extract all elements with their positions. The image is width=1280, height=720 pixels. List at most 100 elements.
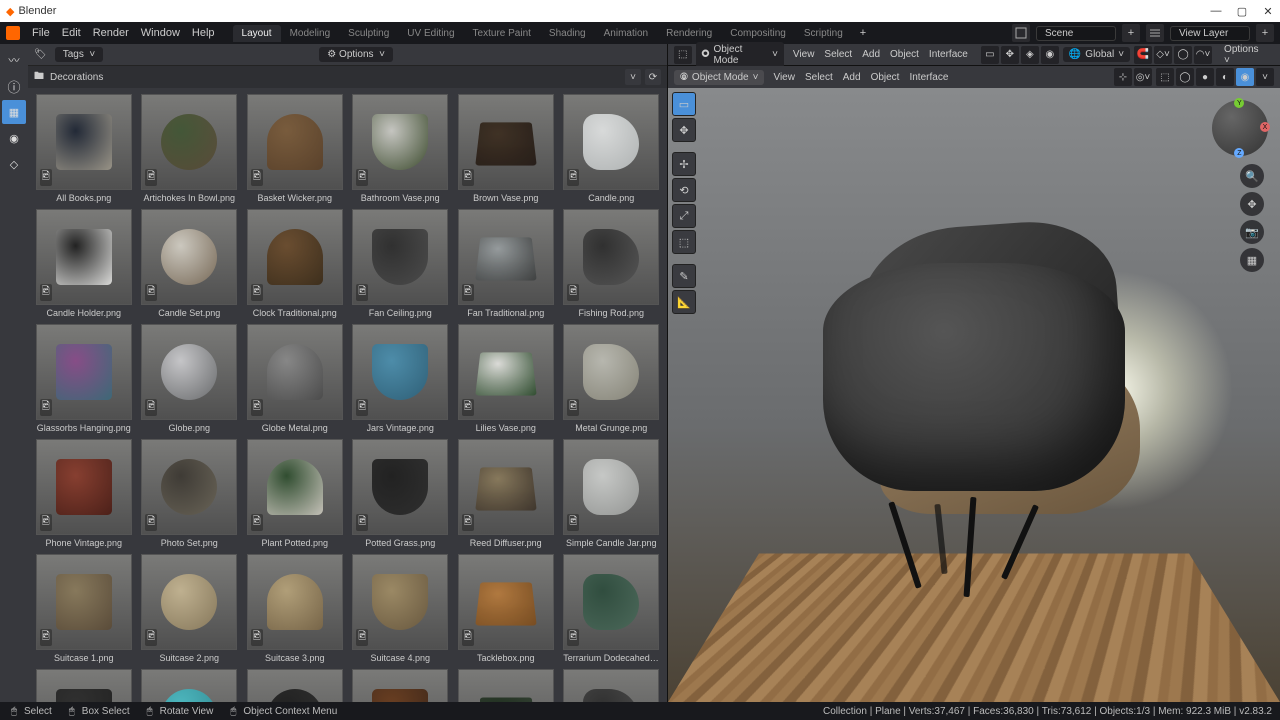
menu-file[interactable]: File	[26, 25, 56, 41]
viewlayer-new-icon[interactable]: +	[1256, 24, 1274, 42]
select-box-tool[interactable]: ▭	[672, 92, 696, 116]
zoom-button[interactable]: 🔍	[1240, 164, 1264, 188]
asset-item[interactable]: Suitcase 4.png	[351, 554, 451, 663]
shading-material-icon[interactable]: ◐	[1216, 68, 1234, 86]
maximize-button[interactable]: ▢	[1236, 5, 1248, 17]
asset-item[interactable]: Jars Vintage.png	[351, 324, 451, 433]
asset-item[interactable]: Potted Grass.png	[351, 439, 451, 548]
xray-toggle-icon[interactable]: ⬚	[1156, 68, 1174, 86]
asset-item[interactable]: Bathroom Vase.png	[351, 94, 451, 203]
shading-solid-icon[interactable]: ●	[1196, 68, 1214, 86]
menu-edit[interactable]: Edit	[56, 25, 87, 41]
vp-menu-interface[interactable]: Interface	[904, 70, 953, 85]
measure-tool[interactable]: 📐	[672, 290, 696, 314]
vp-menu-add[interactable]: Add	[857, 47, 885, 62]
tab-texture-paint[interactable]: Texture Paint	[464, 25, 540, 42]
snap-type-icon[interactable]: ◇˅	[1154, 46, 1172, 64]
filter-button[interactable]: ˅	[625, 69, 641, 85]
navigation-gizmo[interactable]: XYZ	[1212, 100, 1268, 156]
vp-menu-select[interactable]: Select	[819, 47, 857, 62]
vp-menu-view[interactable]: View	[788, 47, 820, 62]
editor-type-icon[interactable]: ⬚	[674, 46, 692, 64]
asset-item[interactable]: Candle Set.png	[140, 209, 240, 318]
asset-item[interactable]: Artichokes In Bowl.png	[140, 94, 240, 203]
asset-item[interactable]: Basket Wicker.png	[245, 94, 345, 203]
asset-item[interactable]: Lilies Vase.png	[456, 324, 556, 433]
asset-item[interactable]: Suitcase 1.png	[34, 554, 134, 663]
vp-menu-add[interactable]: Add	[838, 70, 866, 85]
viewport-options-dropdown[interactable]: Options ˅	[1216, 42, 1274, 68]
overlay-visibility-icon[interactable]: ◎˅	[1134, 68, 1152, 86]
pan-button[interactable]: ✥	[1240, 192, 1264, 216]
tab-layout[interactable]: Layout	[233, 25, 281, 42]
snap-icon[interactable]: 🧲	[1134, 46, 1152, 64]
tab-sculpting[interactable]: Sculpting	[339, 25, 398, 42]
asset-item[interactable]: Simple Candle Jar.png	[562, 439, 662, 548]
asset-item[interactable]: Tacklebox.png	[456, 554, 556, 663]
tab-uv-editing[interactable]: UV Editing	[398, 25, 463, 42]
browser-options-dropdown[interactable]: ⚙ Options ˅	[319, 47, 393, 62]
asset-item[interactable]: Brown Vase.png	[456, 94, 556, 203]
vp-menu-select[interactable]: Select	[800, 70, 838, 85]
python-console-icon[interactable]: 〰	[2, 48, 26, 72]
shading-dropdown-icon[interactable]: ˅	[1256, 68, 1274, 86]
cursor-tool[interactable]: ✥	[672, 118, 696, 142]
minimize-button[interactable]: —	[1210, 5, 1222, 17]
asset-item[interactable]: Photo Set.png	[140, 439, 240, 548]
scene-browse-icon[interactable]	[1012, 24, 1030, 42]
properties-icon[interactable]: ◇	[2, 152, 26, 176]
viewlayer-browse-icon[interactable]	[1146, 24, 1164, 42]
asset-item[interactable]: Candle Holder.png	[34, 209, 134, 318]
orientation-dropdown[interactable]: 🌐 Global ˅	[1063, 47, 1130, 62]
vp-menu-object[interactable]: Object	[885, 47, 924, 62]
tab-shading[interactable]: Shading	[540, 25, 595, 42]
proportional-type-icon[interactable]: ◠˅	[1194, 46, 1212, 64]
asset-item[interactable]: Phone Vintage.png	[34, 439, 134, 548]
asset-item[interactable]: Globe.png	[140, 324, 240, 433]
tab-rendering[interactable]: Rendering	[657, 25, 721, 42]
shading-rendered-icon[interactable]: ◉	[1236, 68, 1254, 86]
asset-item[interactable]	[456, 669, 556, 702]
add-workspace-button[interactable]: +	[854, 25, 872, 41]
asset-item[interactable]	[351, 669, 451, 702]
gizmo-visibility-icon[interactable]: ⊹	[1114, 68, 1132, 86]
asset-item[interactable]: Metal Grunge.png	[562, 324, 662, 433]
tab-modeling[interactable]: Modeling	[281, 25, 340, 42]
proportional-icon[interactable]: ◯	[1174, 46, 1192, 64]
asset-item[interactable]: Globe Metal.png	[245, 324, 345, 433]
asset-item[interactable]: Suitcase 2.png	[140, 554, 240, 663]
gizmo-toggle-icon[interactable]: ◈	[1021, 46, 1039, 64]
asset-item[interactable]: Fishing Rod.png	[562, 209, 662, 318]
chair-object[interactable]	[794, 217, 1154, 597]
asset-item[interactable]: Terrarium Dodecahedron.p...	[562, 554, 662, 663]
asset-item[interactable]: Fan Ceiling.png	[351, 209, 451, 318]
overlay-toggle-icon[interactable]: ◉	[1041, 46, 1059, 64]
close-button[interactable]: ✕	[1262, 5, 1274, 17]
asset-item[interactable]	[245, 669, 345, 702]
annotate-tool[interactable]: ✎	[672, 264, 696, 288]
transform-tool[interactable]: ⬚	[672, 230, 696, 254]
asset-item[interactable]	[562, 669, 662, 702]
cursor-tool-icon[interactable]: ✥	[1001, 46, 1019, 64]
menu-help[interactable]: Help	[186, 25, 221, 41]
vp-menu-interface[interactable]: Interface	[924, 47, 973, 62]
asset-item[interactable]: All Books.png	[34, 94, 134, 203]
vp-menu-view[interactable]: View	[768, 70, 800, 85]
asset-item[interactable]: Fan Traditional.png	[456, 209, 556, 318]
tags-dropdown[interactable]: Tags ˅	[55, 47, 104, 62]
scene-new-icon[interactable]: +	[1122, 24, 1140, 42]
menu-render[interactable]: Render	[87, 25, 135, 41]
asset-item[interactable]	[34, 669, 134, 702]
asset-browser-icon[interactable]: ▦	[2, 100, 26, 124]
menu-window[interactable]: Window	[135, 25, 186, 41]
camera-view-button[interactable]: 📷	[1240, 220, 1264, 244]
asset-item[interactable]: Suitcase 3.png	[245, 554, 345, 663]
move-tool[interactable]: ✢	[672, 152, 696, 176]
asset-item[interactable]: Candle.png	[562, 94, 662, 203]
mode-dropdown[interactable]: 🞉 Object Mode ˅	[696, 42, 784, 68]
scale-tool[interactable]: ⤢	[672, 204, 696, 228]
outliner-icon[interactable]: ◉	[2, 126, 26, 150]
rotate-tool[interactable]: ⟲	[672, 178, 696, 202]
tab-scripting[interactable]: Scripting	[795, 25, 852, 42]
asset-item[interactable]: Reed Diffuser.png	[456, 439, 556, 548]
